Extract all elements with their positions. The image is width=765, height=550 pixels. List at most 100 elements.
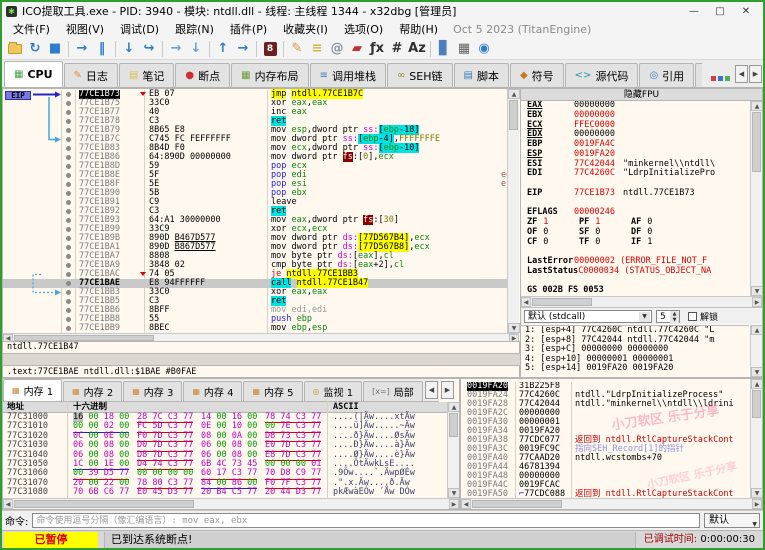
stack-vscrollbar[interactable]: ▲ ▼ [750, 379, 762, 498]
register-row[interactable]: EBX 00000000 [521, 110, 749, 121]
maximize-button[interactable]: □ [707, 6, 733, 17]
case-icon[interactable]: Az [407, 40, 427, 58]
memory-row[interactable]: 77C31080 70 6B C6 77 E0 45 D3 77 20 B4 C5 7… [3, 487, 447, 499]
memory-hscrollbar[interactable]: ◀ ▶ [3, 498, 459, 509]
tab-日志[interactable]: ✎ 日志 [63, 63, 118, 87]
register-vscrollbar[interactable]: ▲ ▼ [750, 101, 762, 296]
tab-符号[interactable]: ◆ 符号 [509, 63, 564, 87]
fx-icon[interactable]: ƒx [367, 40, 387, 58]
memtab-内存1[interactable]: ▦ 内存 1 [3, 379, 63, 401]
tab-内存布局[interactable]: ▦ 内存布局 [231, 63, 309, 87]
menu-d[interactable]: 调试(D) [113, 20, 166, 38]
tab-笔记[interactable]: ▤ 笔记 [118, 63, 175, 87]
menu-o[interactable]: 选项(O) [337, 20, 390, 38]
open-file-icon[interactable] [5, 40, 25, 58]
pause-icon[interactable]: ‖ [92, 40, 112, 58]
menu-p[interactable]: 插件(P) [223, 20, 274, 38]
command-input[interactable] [32, 513, 700, 528]
memtab-内存2[interactable]: ▦ 内存 2 [63, 381, 123, 401]
memtab-内存5[interactable]: ▦ 内存 5 [243, 381, 303, 401]
execute-till-return-icon[interactable]: ↓ [186, 40, 206, 58]
argument-row[interactable]: 5: [esp+14] 0019FA20 0019FA20 [521, 364, 749, 374]
tab-label: CPU [27, 68, 53, 81]
memory-dump-pane[interactable]: ▦ 内存 1 ▦ 内存 2 ▦ 内存 3 ▦ 内存 4 ▦ 内存 5 ◎ 监视 1 [x=] 局部 ◀ ▶… [2, 378, 460, 510]
step-into-icon[interactable]: ↓ [119, 40, 139, 58]
bookmark-icon[interactable]: ▰ [347, 40, 367, 58]
hide-fpu-button[interactable]: 隐藏FPU [521, 89, 762, 101]
disasm-hscrollbar[interactable]: ◀ ▶ [3, 333, 519, 341]
tab-bar: ▦ CPU ✎ 日志 ▤ 笔记 ● 断点 ▦ 内存布局 ≡ 调用堆栈 ∞ SEH链 ▤ 脚本 ◆ 符号 <> 源代码 ◎… [2, 60, 763, 88]
disasm-row[interactable]: 77CE1BB9 8BEC mov ebp,esp [3, 324, 509, 333]
register-row[interactable]: CF 0 TF 0 IF 1 [521, 237, 749, 248]
disasm-vscrollbar[interactable]: ▲ ▼ [507, 89, 520, 333]
close-button[interactable]: ✕ [733, 6, 759, 17]
register-row[interactable]: EBP 0019FA4C [521, 139, 749, 150]
tab-scroll-left-button[interactable]: ◀ [735, 65, 748, 83]
memory-icon: ▦ [12, 386, 20, 395]
menu-i[interactable]: 收藏夹(I) [276, 20, 335, 38]
tab-seh链[interactable]: ∞ SEH链 [386, 63, 453, 87]
register-hscrollbar[interactable]: ◀ ▶ [521, 296, 762, 307]
tab-label: SEH链 [409, 69, 443, 83]
calculator-icon[interactable]: ▦ [454, 40, 474, 58]
run-to-cursor-icon[interactable]: → [166, 40, 186, 58]
restart-icon[interactable]: ↻ [25, 40, 45, 58]
help-icon[interactable]: ◉ [474, 40, 494, 58]
run-icon[interactable]: → [72, 40, 92, 58]
tab-引用[interactable]: ◎ 引用 [639, 63, 695, 87]
disassembly-pane[interactable]: EIP 77CE1B73 EB 07 jmp ntdll.77CE1B7C 77CE1… [2, 88, 520, 342]
memtab-监视1[interactable]: ◎ 监视 1 [303, 381, 363, 401]
flag-cell: TF 0 [579, 237, 631, 248]
arguments-vscrollbar[interactable]: ▲ ▼ [750, 325, 762, 377]
menu-h[interactable]: 帮助(H) [392, 20, 445, 38]
stop-icon[interactable]: ■ [45, 40, 65, 58]
breakpoints-icon: ● [185, 70, 195, 81]
command-preset-select[interactable]: 默认 ▼ [704, 513, 760, 528]
tab-调用堆栈[interactable]: ≡ 调用堆栈 [309, 63, 386, 87]
tab-线程[interactable]: →线程 [695, 63, 702, 87]
menu-v[interactable]: 视图(V) [59, 20, 111, 38]
register-row[interactable]: ECX FFEC0000 [521, 120, 749, 131]
patch-icon[interactable]: ✎ [287, 40, 307, 58]
seh-chain-icon[interactable]: 8 [260, 40, 280, 58]
toolbar-separator [162, 40, 163, 57]
memory-vscrollbar[interactable]: ▲ ▼ [447, 402, 459, 498]
run-to-user-code-icon[interactable]: → [233, 40, 253, 58]
menu-f[interactable]: 文件(F) [6, 20, 57, 38]
step-out-icon[interactable]: ↑ [213, 40, 233, 58]
menu-n[interactable]: 跟踪(N) [168, 20, 221, 38]
tab-断点[interactable]: ● 断点 [175, 63, 231, 87]
register-row[interactable]: EDI 77C4260C "LdrpInitializePro [521, 168, 749, 179]
memtab-scroll-right-button[interactable]: ▶ [441, 381, 454, 399]
stack-pane[interactable]: 0019FA20 31B225F8 0019FA24 77C4260C ntdll."L… [460, 378, 763, 510]
register-pane[interactable]: 隐藏FPU EAX 00000000 EBX 00000000 ECX FFEC0000 E… [520, 88, 763, 378]
minimize-button[interactable]: — [681, 6, 707, 17]
calling-convention-select[interactable]: 默认 (stdcall) ▼ [524, 309, 652, 323]
memtab-内存4[interactable]: ▦ 内存 4 [183, 381, 243, 401]
memory-icon: ▦ [132, 387, 140, 396]
attach-icon[interactable]: @ [327, 40, 347, 58]
register-row[interactable]: EAX 00000000 [521, 101, 749, 111]
tab-cpu[interactable]: ▦ CPU [4, 61, 63, 87]
register-row[interactable]: LastStatusC0000034 (STATUS_OBJECT_NA [521, 266, 749, 277]
register-row[interactable]: EIP 77CE1B73 ntdll.77CE1B73 [521, 188, 749, 199]
comment-icon[interactable]: ≡ [307, 40, 327, 58]
memtab-内存3[interactable]: ▦ 内存 3 [123, 381, 183, 401]
tab-脚本[interactable]: ▤ 脚本 [453, 63, 509, 87]
step-over-icon[interactable]: ↪ [139, 40, 159, 58]
hash-icon[interactable]: # [387, 40, 407, 58]
stack-hscrollbar[interactable]: ◀ ▶ [461, 498, 762, 509]
register-row[interactable]: EDX 00000000 [521, 129, 749, 140]
tab-scroll-right-button[interactable]: ▶ [749, 65, 762, 83]
disassembly-rows: EIP 77CE1B73 EB 07 jmp ntdll.77CE1B7C 77CE1… [3, 89, 516, 333]
register-row[interactable]: GS 002B FS 0053 [521, 285, 749, 296]
memtab-局部[interactable]: [x=] 局部 [363, 381, 423, 401]
tab-源代码[interactable]: <> 源代码 [564, 63, 639, 87]
graph-icon[interactable]: ▊ [434, 40, 454, 58]
unlock-checkbox[interactable] [688, 311, 697, 321]
symbols-icon: ◆ [519, 70, 528, 81]
arg-count-stepper[interactable]: 5 ▲ ▼ [656, 309, 680, 323]
jump-caret-icon [140, 92, 146, 96]
hex-group: 20 B4 C5 77 [201, 487, 258, 499]
memtab-scroll-left-button[interactable]: ◀ [425, 381, 438, 399]
